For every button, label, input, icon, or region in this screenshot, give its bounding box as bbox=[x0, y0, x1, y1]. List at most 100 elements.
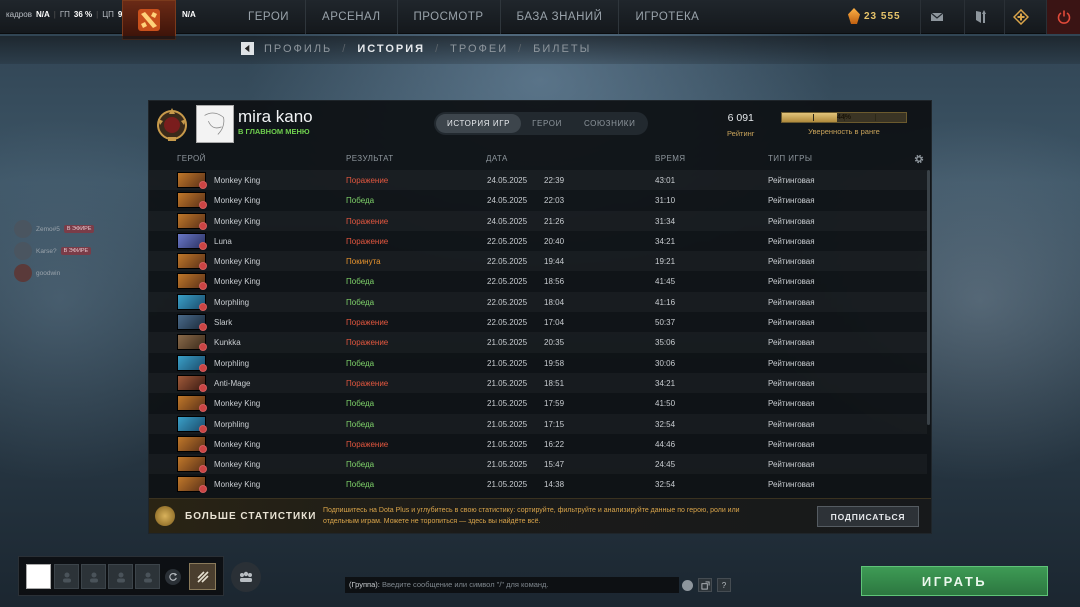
col-duration[interactable]: ВРЕМЯ bbox=[655, 154, 685, 163]
friend-item[interactable]: Zemo#5 В ЭФИРЕ bbox=[14, 218, 144, 240]
match-duration: 30:06 bbox=[655, 358, 676, 368]
exit-button[interactable] bbox=[1046, 0, 1080, 34]
table-row[interactable]: Monkey King Победа 21.05.2025 17:59 41:50 Рей… bbox=[149, 393, 927, 413]
table-row[interactable]: Monkey King Победа 22.05.2025 18:56 41:45 Рей… bbox=[149, 271, 927, 291]
match-date: 21.05.2025 bbox=[487, 358, 528, 368]
match-duration: 41:50 bbox=[655, 399, 676, 409]
performance-stats: кадров N/A | ГП 36 % | ЦП 9 % bbox=[6, 10, 132, 19]
col-game-type[interactable]: ТИП ИГРЫ bbox=[768, 154, 812, 163]
hero-level-badge bbox=[199, 221, 207, 230]
friend-item[interactable]: goodwin bbox=[14, 262, 144, 284]
hero-portrait bbox=[177, 435, 207, 453]
tab-allies[interactable]: СОЮЗНИКИ bbox=[573, 114, 646, 133]
table-row[interactable]: Morphling Победа 22.05.2025 18:04 41:16 Рейти… bbox=[149, 292, 927, 312]
table-row[interactable]: Kunkka Поражение 21.05.2025 20:35 35:06 Рейти… bbox=[149, 332, 927, 352]
party-slot-empty[interactable] bbox=[108, 564, 133, 589]
nav-heroes[interactable]: ГЕРОИ bbox=[232, 0, 307, 34]
match-date: 22.05.2025 bbox=[487, 257, 528, 267]
ping-value: N/A bbox=[182, 10, 196, 19]
find-party-button[interactable] bbox=[231, 562, 261, 592]
subscribe-button[interactable]: ПОДПИСАТЬСЯ bbox=[817, 506, 919, 527]
back-button[interactable] bbox=[241, 42, 254, 55]
chat-popout-button[interactable] bbox=[698, 578, 712, 592]
match-time: 14:38 bbox=[544, 480, 565, 490]
match-date: 22.05.2025 bbox=[487, 277, 528, 287]
gear-icon[interactable] bbox=[913, 153, 925, 165]
rating-block: 6 091 Рейтинг bbox=[727, 112, 755, 138]
nav-watch[interactable]: ПРОСМОТР bbox=[398, 0, 501, 34]
hero-portrait bbox=[177, 476, 207, 494]
party-slot-empty[interactable] bbox=[81, 564, 106, 589]
match-duration: 32:54 bbox=[655, 480, 676, 490]
table-row[interactable]: Monkey King Поражение 24.05.2025 21:26 31:34… bbox=[149, 211, 927, 231]
match-result: Поражение bbox=[346, 318, 389, 328]
subnav-history[interactable]: ИСТОРИЯ bbox=[357, 43, 425, 55]
tab-heroes[interactable]: ГЕРОИ bbox=[521, 114, 573, 133]
person-icon bbox=[116, 572, 125, 582]
dota-logo-button[interactable] bbox=[122, 0, 176, 40]
table-row[interactable]: Monkey King Поражение 24.05.2025 22:39 43:01… bbox=[149, 170, 927, 190]
party-slot-self[interactable] bbox=[26, 564, 51, 589]
dota-plus-banner: БОЛЬШЕ СТАТИСТИКИ Подпишитесь на Dota Pl… bbox=[149, 498, 931, 533]
party-settings-button[interactable] bbox=[165, 569, 181, 585]
match-time: 21:26 bbox=[544, 216, 565, 226]
dota-plus-button[interactable] bbox=[1004, 0, 1036, 34]
match-time: 16:22 bbox=[544, 439, 565, 449]
match-duration: 34:21 bbox=[655, 236, 676, 246]
friend-item[interactable]: Karse? В ЭФИРЕ bbox=[14, 240, 144, 262]
nav-arcade[interactable]: ИГРОТЕКА bbox=[619, 0, 715, 34]
store-button[interactable] bbox=[964, 0, 996, 34]
game-type: Рейтинговая bbox=[768, 236, 815, 246]
party-slot-empty[interactable] bbox=[135, 564, 160, 589]
person-icon bbox=[89, 572, 98, 582]
chat-input[interactable]: (Группа): Введите сообщение или символ "… bbox=[345, 577, 679, 593]
table-row[interactable]: Monkey King Покинута 22.05.2025 19:44 19:21 Р… bbox=[149, 251, 927, 271]
game-type: Рейтинговая bbox=[768, 439, 815, 449]
table-row[interactable]: Monkey King Победа 24.05.2025 22:03 31:10 Рей… bbox=[149, 190, 927, 210]
player-avatar[interactable] bbox=[196, 105, 234, 143]
hero-portrait bbox=[177, 273, 207, 291]
table-row[interactable]: Monkey King Поражение 21.05.2025 16:22 44:46… bbox=[149, 434, 927, 454]
match-duration: 41:16 bbox=[655, 297, 676, 307]
table-row[interactable]: Luna Поражение 22.05.2025 20:40 34:21 Рейтинг… bbox=[149, 231, 927, 251]
table-header: ГЕРОЙ РЕЗУЛЬТАТ ДАТА ВРЕМЯ ТИП ИГРЫ bbox=[149, 150, 931, 168]
match-result: Победа bbox=[346, 297, 375, 307]
tab-match-history[interactable]: ИСТОРИЯ ИГР bbox=[436, 114, 522, 133]
battle-pass-button[interactable] bbox=[189, 563, 216, 590]
dota-plus-icon bbox=[155, 506, 175, 526]
subnav-trophies[interactable]: ТРОФЕИ bbox=[450, 43, 508, 55]
table-row[interactable]: Morphling Победа 21.05.2025 17:15 32:54 Рейти… bbox=[149, 414, 927, 434]
hero-name: Monkey King bbox=[214, 176, 261, 185]
table-row[interactable]: Monkey King Победа 21.05.2025 15:47 24:45 Рей… bbox=[149, 454, 927, 474]
col-date[interactable]: ДАТА bbox=[486, 154, 508, 163]
game-type: Рейтинговая bbox=[768, 338, 815, 348]
col-result[interactable]: РЕЗУЛЬТАТ bbox=[346, 154, 394, 163]
match-time: 22:03 bbox=[544, 196, 565, 206]
shards-display[interactable]: 23 555 bbox=[848, 8, 901, 24]
help-button[interactable]: ? bbox=[717, 578, 731, 592]
person-icon bbox=[62, 572, 71, 582]
scrollbar[interactable] bbox=[927, 170, 930, 425]
subnav-tickets[interactable]: БИЛЕТЫ bbox=[533, 43, 591, 55]
mail-button[interactable] bbox=[920, 0, 952, 34]
match-date: 22.05.2025 bbox=[487, 297, 528, 307]
table-row[interactable]: Morphling Победа 21.05.2025 19:58 30:06 Рейти… bbox=[149, 353, 927, 373]
emoji-button[interactable] bbox=[682, 580, 693, 591]
table-row[interactable]: Anti-Mage Поражение 21.05.2025 18:51 34:21 Ре… bbox=[149, 373, 927, 393]
hero-level-badge bbox=[199, 383, 207, 392]
nav-learn[interactable]: БАЗА ЗНАНИЙ bbox=[501, 0, 620, 34]
match-duration: 50:37 bbox=[655, 318, 676, 328]
col-hero[interactable]: ГЕРОЙ bbox=[177, 154, 206, 163]
table-row[interactable]: Slark Поражение 22.05.2025 17:04 50:37 Рейтин… bbox=[149, 312, 927, 332]
party-slot-empty[interactable] bbox=[54, 564, 79, 589]
hero-name: Morphling bbox=[214, 419, 250, 429]
divider: / bbox=[435, 42, 441, 55]
play-button[interactable]: ИГРАТЬ bbox=[861, 566, 1048, 596]
hero-portrait bbox=[177, 314, 207, 332]
hero-portrait bbox=[177, 172, 207, 189]
game-type: Рейтинговая bbox=[768, 480, 815, 490]
table-row[interactable]: Monkey King Победа 21.05.2025 14:38 32:54 Рей… bbox=[149, 474, 927, 494]
nav-armory[interactable]: АРСЕНАЛ bbox=[306, 0, 398, 34]
subnav-profile[interactable]: ПРОФИЛЬ bbox=[264, 43, 332, 55]
hero-name: Monkey King bbox=[214, 216, 261, 226]
